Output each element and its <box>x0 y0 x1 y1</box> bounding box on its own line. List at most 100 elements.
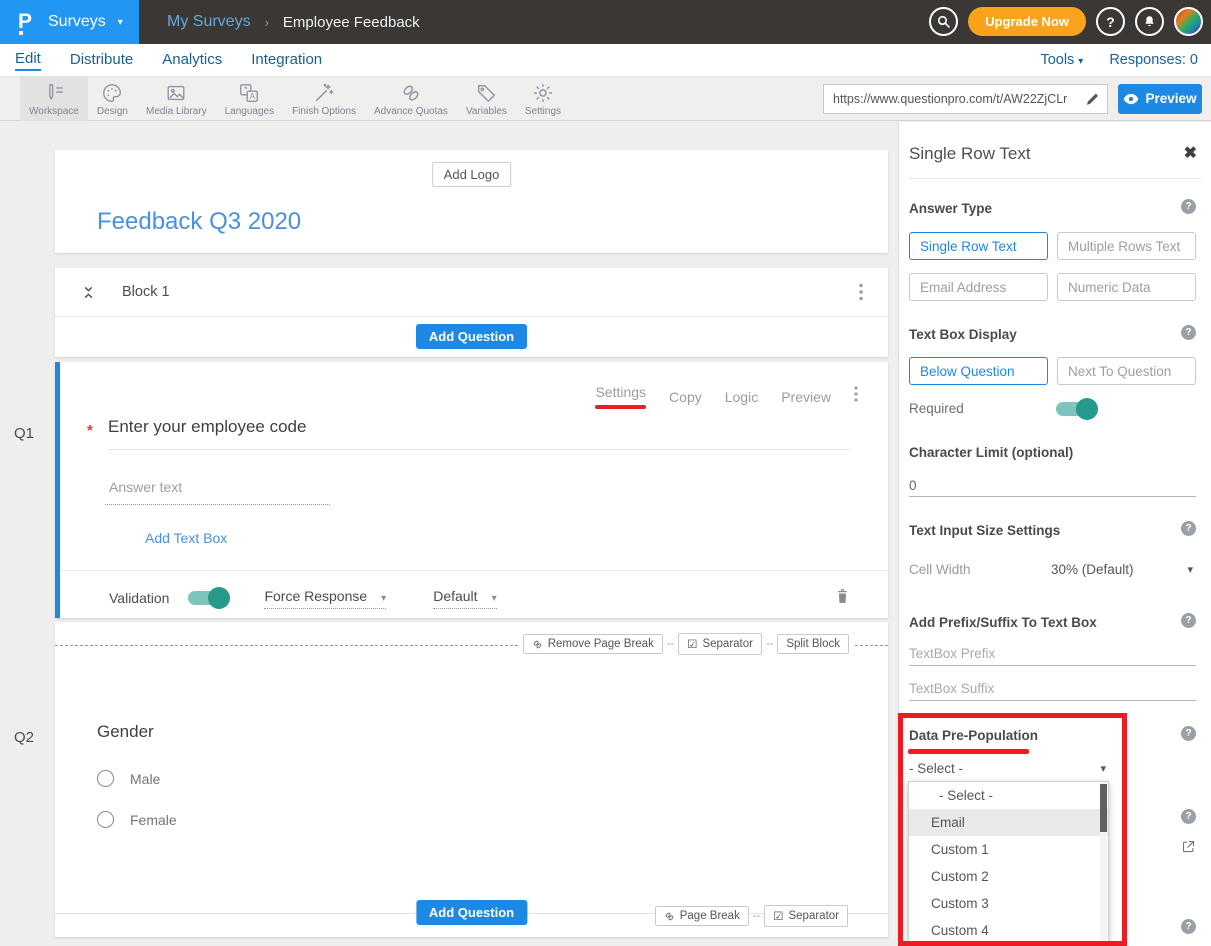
variables-icon <box>475 82 497 104</box>
breadcrumb-my-surveys[interactable]: My Surveys <box>167 13 251 31</box>
question-tab-preview[interactable]: Preview <box>781 389 831 405</box>
tools-menu[interactable]: Tools▾ <box>1040 52 1083 68</box>
divider <box>60 570 888 571</box>
help-button[interactable]: ? <box>1096 7 1125 36</box>
answer-text-placeholder[interactable]: Answer text <box>109 479 182 495</box>
input-underline <box>909 496 1196 497</box>
add-logo-button[interactable]: Add Logo <box>432 162 512 187</box>
scrollbar-thumb[interactable] <box>1100 784 1107 832</box>
toolbar-item-workspace[interactable]: Workspace <box>20 77 88 121</box>
page-break-button[interactable]: Page Break <box>655 906 749 926</box>
app-logo-area[interactable]: P Surveys ▾ <box>0 0 139 44</box>
add-text-box-link[interactable]: Add Text Box <box>145 530 227 546</box>
red-underline-annotation <box>908 749 1029 754</box>
toolbar-item-design[interactable]: Design <box>88 77 137 121</box>
close-panel-button[interactable]: ✖ <box>1184 143 1197 163</box>
chevron-down-icon[interactable]: ▾ <box>1187 563 1193 576</box>
product-name[interactable]: Surveys <box>48 13 106 31</box>
split-block-button[interactable]: Split Block <box>777 634 849 654</box>
textbox-prefix-input[interactable]: TextBox Prefix <box>909 646 995 661</box>
separator-button[interactable]: ☑ Separator <box>678 633 762 655</box>
add-question-button-top[interactable]: Add Question <box>416 324 527 349</box>
validation-toggle[interactable] <box>188 591 228 605</box>
external-link-button[interactable] <box>1181 839 1196 859</box>
character-limit-input[interactable]: 0 <box>909 478 917 493</box>
tab-analytics[interactable]: Analytics <box>162 51 222 70</box>
avatar[interactable] <box>1174 7 1203 36</box>
dropdown-option-custom-4[interactable]: Custom 4 <box>909 917 1108 943</box>
dropdown-scrollbar[interactable] <box>1100 783 1107 941</box>
trash-icon <box>835 587 850 605</box>
upgrade-now-button[interactable]: Upgrade Now <box>968 7 1086 36</box>
radio-option-male[interactable]: Male <box>97 770 160 787</box>
question-2-text[interactable]: Gender <box>97 722 154 742</box>
survey-url-field[interactable] <box>823 84 1108 114</box>
radio-icon[interactable] <box>97 811 114 828</box>
tab-distribute[interactable]: Distribute <box>70 51 133 70</box>
dropdown-option-custom-2[interactable]: Custom 2 <box>909 863 1108 890</box>
q2-number-label: Q2 <box>14 729 34 746</box>
preview-button[interactable]: Preview <box>1118 84 1202 114</box>
design-icon <box>101 82 123 104</box>
question-tab-copy[interactable]: Copy <box>669 389 702 405</box>
cell-width-value[interactable]: 30% (Default) <box>1051 562 1134 577</box>
search-button[interactable] <box>929 7 958 36</box>
bottom-controls: Page Break -- ☑ Separator <box>655 905 848 927</box>
display-next-to-question[interactable]: Next To Question <box>1057 357 1196 385</box>
delete-question-button[interactable] <box>835 587 850 610</box>
question-menu-button[interactable] <box>854 386 858 407</box>
toolbar-item-languages[interactable]: *A Languages <box>216 77 284 121</box>
add-question-button-bottom[interactable]: Add Question <box>416 900 527 925</box>
survey-url-input[interactable] <box>824 92 1085 106</box>
edit-url-button[interactable] <box>1085 92 1107 106</box>
input-underline <box>909 700 1196 701</box>
tab-edit[interactable]: Edit <box>15 50 41 71</box>
question-tab-logic[interactable]: Logic <box>725 389 758 405</box>
text-box-display-help-icon[interactable]: ? <box>1181 325 1196 340</box>
external-link-icon <box>1181 839 1196 854</box>
question-1-text[interactable]: Enter your employee code <box>108 417 306 437</box>
toolbar-item-variables[interactable]: Variables <box>457 77 516 121</box>
help-icon[interactable]: ? <box>1181 919 1196 934</box>
text-input-size-help-icon[interactable]: ? <box>1181 521 1196 536</box>
toolbar-item-finish-options[interactable]: Finish Options <box>283 77 365 121</box>
prefix-suffix-help-icon[interactable]: ? <box>1181 613 1196 628</box>
required-toggle[interactable] <box>1056 402 1096 416</box>
answer-type-numeric-data[interactable]: Numeric Data <box>1057 273 1196 301</box>
separator-button-bottom[interactable]: ☑ Separator <box>764 905 848 927</box>
active-tab-underline-annotation <box>595 405 646 409</box>
radio-icon[interactable] <box>97 770 114 787</box>
radio-option-female[interactable]: Female <box>97 811 177 828</box>
answer-type-email-address[interactable]: Email Address <box>909 273 1048 301</box>
force-response-dropdown[interactable]: Force Response▾ <box>264 588 386 609</box>
dropdown-option-email[interactable]: Email <box>909 809 1108 836</box>
tab-integration[interactable]: Integration <box>251 51 322 70</box>
dropdown-option-custom-1[interactable]: Custom 1 <box>909 836 1108 863</box>
textbox-suffix-input[interactable]: TextBox Suffix <box>909 681 994 696</box>
answer-type-multiple-rows-text[interactable]: Multiple Rows Text <box>1057 232 1196 260</box>
validation-default-dropdown[interactable]: Default▾ <box>433 588 496 609</box>
answer-type-single-row-text[interactable]: Single Row Text <box>909 232 1048 260</box>
toolbar-item-advance-quotas[interactable]: Advance Quotas <box>365 77 457 121</box>
survey-title[interactable]: Feedback Q3 2020 <box>97 208 301 236</box>
block-title[interactable]: Block 1 <box>122 284 859 300</box>
help-icon[interactable]: ? <box>1181 809 1196 824</box>
data-prepopulation-help-icon[interactable]: ? <box>1181 726 1196 741</box>
answer-type-help-icon[interactable]: ? <box>1181 199 1196 214</box>
display-below-question[interactable]: Below Question <box>909 357 1048 385</box>
notifications-button[interactable] <box>1135 7 1164 36</box>
remove-page-break-button[interactable]: Remove Page Break <box>523 634 663 654</box>
responses-count[interactable]: Responses: 0 <box>1109 52 1198 68</box>
question-2-card: Remove Page Break -- ☑ Separator -- Spli… <box>55 622 888 937</box>
question-tab-settings[interactable]: Settings <box>595 384 646 409</box>
question-mark-icon: ? <box>1106 14 1115 30</box>
toolbar-item-settings[interactable]: Settings <box>516 77 570 121</box>
collapse-block-button[interactable] <box>82 284 95 301</box>
data-prepopulation-select[interactable]: - Select - ▾ <box>909 761 1106 776</box>
search-icon <box>936 14 951 29</box>
dropdown-option-custom-3[interactable]: Custom 3 <box>909 890 1108 917</box>
text-box-display-label: Text Box Display <box>909 327 1017 342</box>
block-menu-button[interactable] <box>859 283 863 301</box>
dropdown-option-select[interactable]: - Select - <box>909 782 1108 809</box>
toolbar-item-media-library[interactable]: Media Library <box>137 77 216 121</box>
